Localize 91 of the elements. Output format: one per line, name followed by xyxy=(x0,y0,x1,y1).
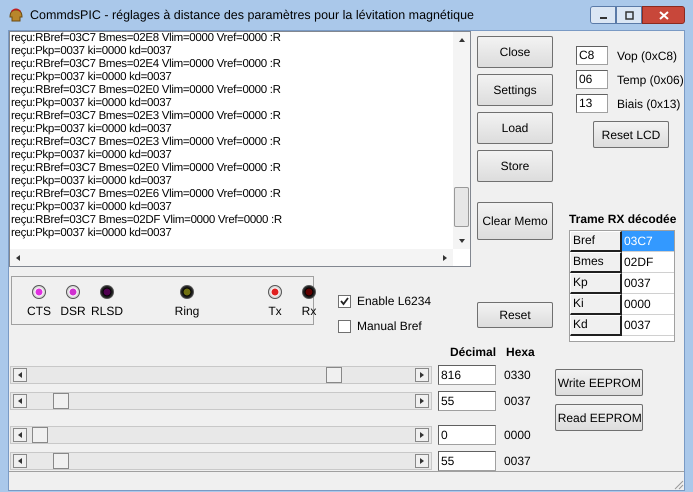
checkbox-label: Enable L6234 xyxy=(357,293,432,310)
window-title: CommdsPIC - réglages à distance des paramètres pour la lévitation magnétique xyxy=(30,6,474,24)
grid-header-cell: Bmes xyxy=(570,252,622,273)
log-line: reçu:Pkp=0037 ki=0000 kd=0037 xyxy=(11,123,172,136)
grid-header-cell: Kd xyxy=(570,315,622,336)
left-arrow-icon[interactable] xyxy=(16,397,24,405)
close-icon xyxy=(658,10,668,20)
left-arrow-icon[interactable] xyxy=(14,254,22,262)
log-line: reçu:Pkp=0037 ki=0000 kd=0037 xyxy=(11,97,172,110)
slider-thumb[interactable] xyxy=(53,453,70,469)
led-label: RLSD xyxy=(90,303,123,320)
right-arrow-icon[interactable] xyxy=(418,397,426,405)
left-arrow-icon[interactable] xyxy=(16,431,24,439)
maximize-button[interactable] xyxy=(616,6,642,24)
action-button[interactable]: Clear Memo xyxy=(477,202,553,240)
slider-track[interactable] xyxy=(10,366,432,384)
vertical-scrollbar[interactable] xyxy=(453,32,470,249)
log-line: reçu:RBref=03C7 Bmes=02E0 Vlim=0000 Vref=0000 :R xyxy=(11,84,282,97)
led-label: DSR xyxy=(60,303,86,320)
action-button[interactable]: Settings xyxy=(477,74,553,106)
decimal-header: Décimal xyxy=(450,344,496,361)
checkbox[interactable] xyxy=(338,294,351,308)
close-button[interactable] xyxy=(642,6,685,24)
right-arrow-icon[interactable] xyxy=(418,371,426,379)
checkbox-label: Manual Bref xyxy=(357,318,422,335)
scroll-thumb[interactable] xyxy=(454,187,469,227)
led-label: CTS xyxy=(27,303,51,320)
left-arrow-icon[interactable] xyxy=(16,457,24,465)
log-line: reçu:Pkp=0037 ki=0000 kd=0037 xyxy=(11,227,172,240)
checkbox[interactable] xyxy=(338,320,351,332)
resize-grip-icon xyxy=(672,478,684,490)
grid-header-cell: Ki xyxy=(570,294,622,315)
up-arrow-icon[interactable] xyxy=(458,36,466,44)
action-button[interactable]: Load xyxy=(477,112,553,144)
hexa-value: 0000 xyxy=(504,427,531,444)
minimize-icon xyxy=(600,16,606,18)
action-button[interactable]: Close xyxy=(477,36,553,68)
grid-header-cell: Bref xyxy=(570,231,622,252)
slider-track[interactable] xyxy=(10,426,432,444)
eeprom-button[interactable]: Read EEPROM xyxy=(554,404,643,431)
lcd-label: Biais (0x13) xyxy=(617,96,680,112)
right-arrow-icon[interactable] xyxy=(418,457,426,465)
maximize-icon xyxy=(624,10,634,20)
check-icon xyxy=(340,296,349,306)
eeprom-button[interactable]: Write EEPROM xyxy=(554,369,643,396)
slider-thumb[interactable] xyxy=(32,427,48,443)
log-line: reçu:Pkp=0037 ki=0000 kd=0037 xyxy=(11,175,172,188)
log-line: reçu:RBref=03C7 Bmes=02DF Vlim=0000 Vref=0000 :R xyxy=(11,214,283,227)
trame-title: Trame RX décodée xyxy=(569,211,678,228)
left-arrow-icon[interactable] xyxy=(16,371,24,379)
lcd-field[interactable]: 13 xyxy=(576,94,608,113)
slider-thumb[interactable] xyxy=(53,393,70,409)
log-line: reçu:RBref=03C7 Bmes=02E0 Vlim=0000 Vref=0000 :R xyxy=(11,162,282,175)
action-button[interactable]: Store xyxy=(477,150,553,182)
decimal-field[interactable]: 816 xyxy=(438,365,496,385)
led-label: Ring xyxy=(174,303,200,320)
log-line: reçu:Pkp=0037 ki=0000 kd=0037 xyxy=(11,201,172,214)
lcd-field[interactable]: 06 xyxy=(576,70,608,89)
hexa-value: 0330 xyxy=(504,367,531,384)
slider-thumb[interactable] xyxy=(326,367,342,383)
right-arrow-icon[interactable] xyxy=(441,254,449,262)
grid-header-cell: Kp xyxy=(570,273,622,294)
right-arrow-icon[interactable] xyxy=(418,431,426,439)
reset-button[interactable]: Reset xyxy=(477,302,553,328)
lcd-label: Vop (0xC8) xyxy=(617,48,678,64)
horizontal-scrollbar[interactable] xyxy=(10,249,453,266)
log-memo[interactable] xyxy=(9,31,471,267)
minimize-button[interactable] xyxy=(590,6,616,24)
log-line: reçu:RBref=03C7 Bmes=02E3 Vlim=0000 Vref=0000 :R xyxy=(11,136,282,149)
log-line: reçu:RBref=03C7 Bmes=02E4 Vlim=0000 Vref=0000 :R xyxy=(11,58,282,71)
lcd-label: Temp (0x06) xyxy=(617,72,684,88)
log-line: reçu:Pkp=0037 ki=0000 kd=0037 xyxy=(11,149,172,162)
log-line: reçu:RBref=03C7 Bmes=02E8 Vlim=0000 Vref=0000 :R xyxy=(11,32,282,45)
lcd-field[interactable]: C8 xyxy=(576,46,608,65)
log-line: reçu:Pkp=0037 ki=0000 kd=0037 xyxy=(11,45,172,58)
log-line: reçu:Pkp=0037 ki=0000 kd=0037 xyxy=(11,71,172,84)
hexa-value: 0037 xyxy=(504,393,531,410)
decimal-field[interactable]: 55 xyxy=(438,391,496,411)
hexa-header: Hexa xyxy=(506,344,535,361)
hexa-value: 0037 xyxy=(504,453,531,470)
decimal-field[interactable]: 0 xyxy=(438,425,496,445)
led-label: Rx xyxy=(302,303,316,320)
reset-lcd-button[interactable]: Reset LCD xyxy=(593,121,669,148)
led-label: Tx xyxy=(268,303,282,320)
slider-track[interactable] xyxy=(10,392,432,410)
log-line: reçu:RBref=03C7 Bmes=02E6 Vlim=0000 Vref=0000 :R xyxy=(11,188,282,201)
decimal-field[interactable]: 55 xyxy=(438,451,496,471)
log-line: reçu:RBref=03C7 Bmes=02E3 Vlim=0000 Vref=0000 :R xyxy=(11,110,282,123)
helmet-icon xyxy=(8,7,24,23)
down-arrow-icon[interactable] xyxy=(458,237,466,245)
slider-track[interactable] xyxy=(10,452,432,470)
